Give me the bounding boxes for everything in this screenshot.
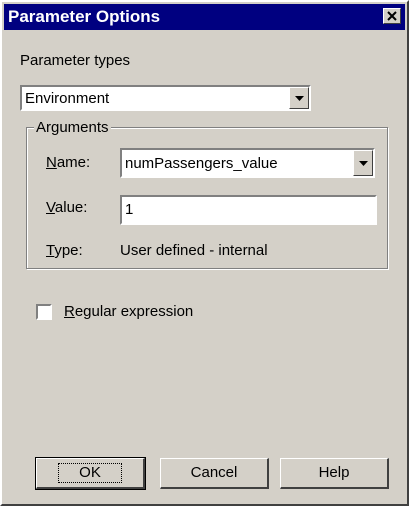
value-input-text: 1 (125, 201, 134, 218)
type-value: User defined - internal (120, 242, 268, 259)
type-label: Type: (46, 242, 83, 259)
regular-expression-checkbox[interactable] (36, 304, 52, 320)
parameter-options-dialog: Parameter Options Parameter types Enviro… (0, 0, 409, 506)
value-label: Value: (46, 199, 88, 216)
chevron-down-icon (295, 96, 304, 101)
parameter-types-dropdown-button[interactable] (289, 87, 309, 109)
ok-button[interactable]: OK (35, 457, 146, 490)
window-title: Parameter Options (8, 7, 161, 26)
cancel-button-label: Cancel (190, 464, 238, 481)
close-button[interactable] (383, 8, 401, 24)
ok-button-label: OK (58, 463, 122, 483)
name-value: numPassengers_value (125, 155, 278, 172)
name-label: Name: (46, 154, 91, 171)
cancel-button[interactable]: Cancel (160, 458, 269, 489)
parameter-types-select[interactable]: Environment (20, 85, 311, 111)
value-input[interactable]: 1 (120, 195, 377, 225)
title-bar[interactable]: Parameter Options (4, 4, 405, 30)
parameter-types-label: Parameter types (20, 52, 131, 69)
help-button[interactable]: Help (280, 458, 389, 489)
parameter-types-value: Environment (25, 90, 110, 107)
name-select[interactable]: numPassengers_value (120, 148, 375, 178)
arguments-legend: Arguments (34, 119, 111, 136)
help-button-label: Help (318, 464, 350, 481)
close-icon (387, 11, 397, 21)
name-dropdown-button[interactable] (353, 150, 373, 176)
chevron-down-icon (359, 161, 368, 166)
regular-expression-label[interactable]: Regular expression (64, 303, 193, 321)
